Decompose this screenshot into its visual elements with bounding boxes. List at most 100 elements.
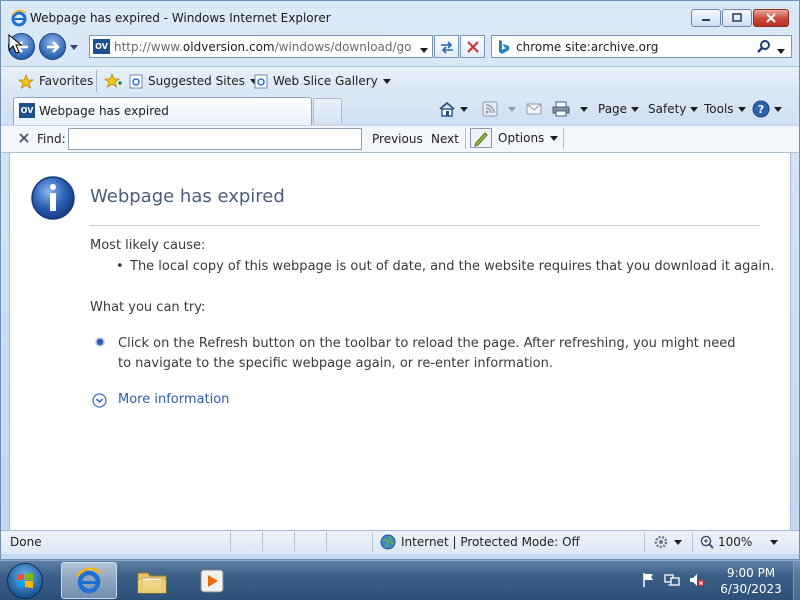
chevron-down-icon xyxy=(508,106,516,112)
find-next-button[interactable]: Next xyxy=(431,132,459,146)
magnifier-icon xyxy=(757,40,770,53)
chevron-down-icon xyxy=(777,49,785,54)
chevron-down-icon xyxy=(580,106,588,112)
try-heading: What you can try: xyxy=(90,300,206,315)
mail-icon xyxy=(526,103,542,115)
taskbar-clock[interactable]: 9:00 PM 6/30/2023 xyxy=(716,565,786,597)
read-mail-button[interactable] xyxy=(526,99,542,119)
status-divider xyxy=(644,532,645,552)
status-divider xyxy=(262,532,263,552)
find-options-label: Options xyxy=(498,131,545,145)
status-divider xyxy=(692,532,693,552)
find-options-menu[interactable]: Options xyxy=(470,127,559,149)
forward-button[interactable] xyxy=(39,33,66,60)
tools-menu-label: Tools xyxy=(704,102,734,116)
favorites-star-icon xyxy=(18,73,34,89)
page-title: Webpage has expired xyxy=(90,186,285,207)
status-divider xyxy=(294,532,295,552)
highlight-pen-icon xyxy=(470,128,492,148)
show-desktop-button[interactable] xyxy=(793,561,800,600)
find-divider xyxy=(563,128,564,149)
action-center-flag-icon[interactable] xyxy=(641,572,655,588)
system-tray xyxy=(641,570,705,590)
folder-icon xyxy=(137,572,167,593)
close-button[interactable] xyxy=(753,9,789,27)
help-question-icon: ? xyxy=(752,100,770,118)
safety-menu[interactable]: Safety xyxy=(648,99,699,119)
stop-button[interactable] xyxy=(460,35,485,58)
svg-text:?: ? xyxy=(758,103,764,116)
taskbar-internet-explorer[interactable] xyxy=(61,562,117,599)
maximize-button[interactable] xyxy=(722,9,752,27)
home-button[interactable] xyxy=(438,99,468,119)
address-url[interactable]: http://www.oldversion.com/windows/downlo… xyxy=(114,40,412,54)
minimize-icon xyxy=(702,19,710,21)
chevron-down-icon xyxy=(770,539,779,545)
search-box[interactable] xyxy=(491,35,792,58)
tab-webpage-expired[interactable]: OV Webpage has expired xyxy=(13,97,312,125)
chevron-down-icon xyxy=(550,135,559,141)
title-divider xyxy=(90,225,760,226)
clock-date: 6/30/2023 xyxy=(720,582,782,596)
status-text: Done xyxy=(10,535,42,549)
find-divider xyxy=(465,128,466,149)
chevron-down-icon xyxy=(737,106,746,112)
add-to-favorites-bar-button[interactable] xyxy=(104,71,122,91)
blue-bullet-icon xyxy=(95,336,105,347)
print-button[interactable] xyxy=(552,99,588,119)
help-button[interactable]: ? xyxy=(752,99,782,119)
chevron-down-icon xyxy=(70,44,78,50)
find-label: Find: xyxy=(37,132,66,146)
security-zone-label: Internet | Protected Mode: Off xyxy=(401,535,580,549)
zoom-label: 100% xyxy=(718,535,753,549)
page-menu[interactable]: Page xyxy=(598,99,640,119)
taskbar-media-player[interactable] xyxy=(184,562,240,599)
protected-mode-settings[interactable] xyxy=(652,533,682,551)
address-dropdown[interactable] xyxy=(420,42,430,53)
start-button[interactable] xyxy=(7,563,43,599)
minimize-button[interactable] xyxy=(691,9,721,27)
network-icon[interactable] xyxy=(664,572,680,588)
chevron-down-icon xyxy=(631,106,640,112)
url-domain: oldversion.com xyxy=(182,40,275,54)
find-input[interactable] xyxy=(68,128,362,150)
taskbar-windows-explorer[interactable] xyxy=(124,562,180,599)
volume-muted-icon[interactable] xyxy=(689,572,705,588)
favorites-button[interactable]: Favorites xyxy=(14,71,97,91)
chevron-down-icon xyxy=(774,106,782,112)
recent-pages-dropdown[interactable] xyxy=(69,42,79,52)
site-favicon-icon: OV xyxy=(93,39,110,54)
find-previous-button[interactable]: Previous xyxy=(372,132,423,146)
status-divider xyxy=(230,532,231,552)
bullet-icon: • xyxy=(116,259,124,274)
refresh-icon xyxy=(440,40,453,54)
tools-menu[interactable]: Tools xyxy=(704,99,746,119)
chevron-down-icon xyxy=(420,48,428,53)
zoom-level[interactable]: 100% xyxy=(700,533,779,551)
cause-heading: Most likely cause: xyxy=(90,238,206,253)
expand-chevron-icon[interactable] xyxy=(92,393,107,408)
feeds-button[interactable] xyxy=(482,99,516,119)
close-find-bar-button[interactable] xyxy=(18,132,30,144)
refresh-button[interactable] xyxy=(434,35,459,58)
bing-logo-icon xyxy=(497,39,511,55)
printer-icon xyxy=(552,101,570,117)
web-slice-gallery-label: Web Slice Gallery xyxy=(273,74,378,88)
url-path: /windows/download/google xyxy=(274,40,412,54)
more-information-link[interactable]: More information xyxy=(118,392,229,407)
gear-globe-icon xyxy=(654,535,668,549)
address-bar[interactable]: OV http://www.oldversion.com/windows/dow… xyxy=(89,35,433,58)
search-options-dropdown[interactable] xyxy=(777,43,787,54)
new-tab-button[interactable] xyxy=(313,98,342,124)
suggested-sites-item[interactable]: Suggested Sites xyxy=(129,71,258,91)
info-icon xyxy=(30,175,76,221)
search-button[interactable] xyxy=(756,39,774,55)
security-zone[interactable]: Internet | Protected Mode: Off xyxy=(380,533,580,551)
search-input[interactable] xyxy=(516,38,756,55)
mouse-cursor-icon xyxy=(8,33,23,57)
tab-label: Webpage has expired xyxy=(39,104,169,118)
rss-feed-icon xyxy=(482,101,498,117)
close-icon xyxy=(766,13,776,23)
web-slice-gallery-item[interactable]: Web Slice Gallery xyxy=(254,71,391,91)
chevron-down-icon xyxy=(460,106,468,112)
